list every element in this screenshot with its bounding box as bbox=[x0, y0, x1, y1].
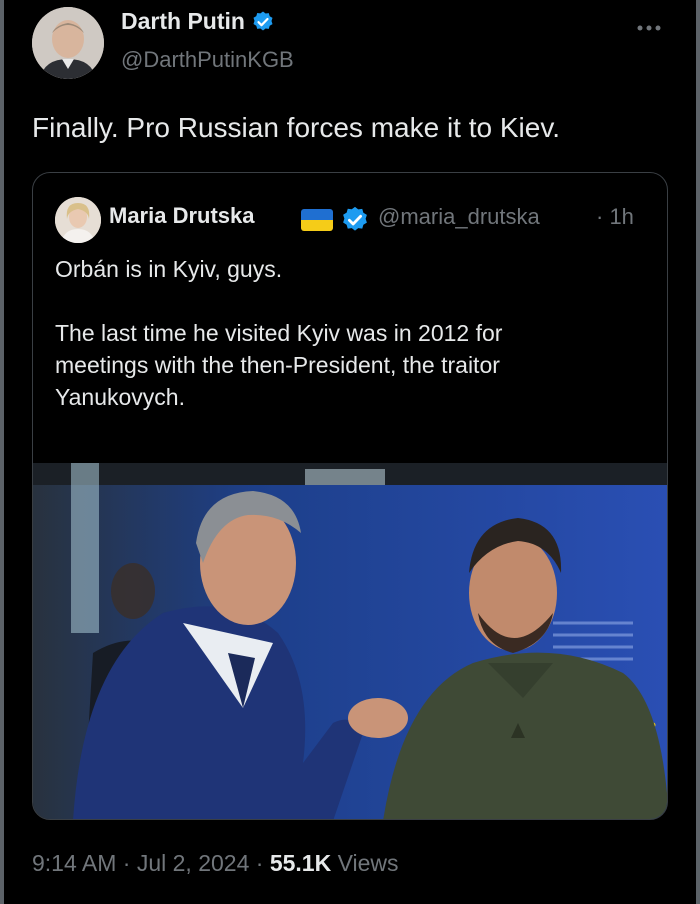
quoted-timestamp[interactable]: · 1h bbox=[596, 204, 634, 230]
post-date[interactable]: Jul 2, 2024 bbox=[137, 850, 250, 876]
post-time[interactable]: 9:14 AM bbox=[32, 850, 116, 876]
quoted-verified-badge-icon bbox=[340, 205, 370, 240]
more-dots-icon[interactable] bbox=[636, 12, 662, 38]
author-handle[interactable]: @DarthPutinKGB bbox=[121, 47, 294, 73]
views-label[interactable]: Views bbox=[338, 850, 399, 876]
author-avatar-image bbox=[32, 7, 104, 79]
verified-badge-icon bbox=[253, 11, 273, 30]
tweet-footer: 9:14 AM · Jul 2, 2024 · 55.1K Views bbox=[32, 850, 399, 877]
meeting-photo-image bbox=[33, 463, 667, 819]
quoted-avatar-image bbox=[55, 197, 101, 243]
separator: · bbox=[122, 850, 131, 876]
views-count[interactable]: 55.1K bbox=[270, 850, 331, 876]
quoted-line-1: Orbán is in Kyiv, guys. bbox=[55, 256, 283, 282]
quoted-tweet-card[interactable]: Maria Drutska @maria_drutska · 1h Orbán … bbox=[32, 172, 668, 820]
quoted-line-2: The last time he visited Kyiv was in 201… bbox=[55, 320, 503, 346]
author-name[interactable]: Darth Putin bbox=[121, 8, 245, 35]
quoted-line-3: meetings with the then-President, the tr… bbox=[55, 352, 500, 378]
quoted-author-name[interactable]: Maria Drutska bbox=[109, 203, 255, 229]
separator: · bbox=[255, 850, 264, 876]
quoted-line-4: Yanukovych. bbox=[55, 384, 185, 410]
tweet-text: Finally. Pro Russian forces make it to K… bbox=[32, 112, 561, 143]
ukraine-flag-icon bbox=[301, 209, 333, 231]
quoted-tweet-photo[interactable] bbox=[33, 463, 667, 819]
author-name-row[interactable]: Darth Putin bbox=[121, 8, 275, 35]
quoted-tweet-text: Orbán is in Kyiv, guys. The last time he… bbox=[55, 253, 645, 413]
quoted-author-handle[interactable]: @maria_drutska bbox=[378, 204, 540, 230]
author-avatar[interactable] bbox=[32, 7, 104, 79]
quoted-author-avatar[interactable] bbox=[55, 197, 101, 243]
